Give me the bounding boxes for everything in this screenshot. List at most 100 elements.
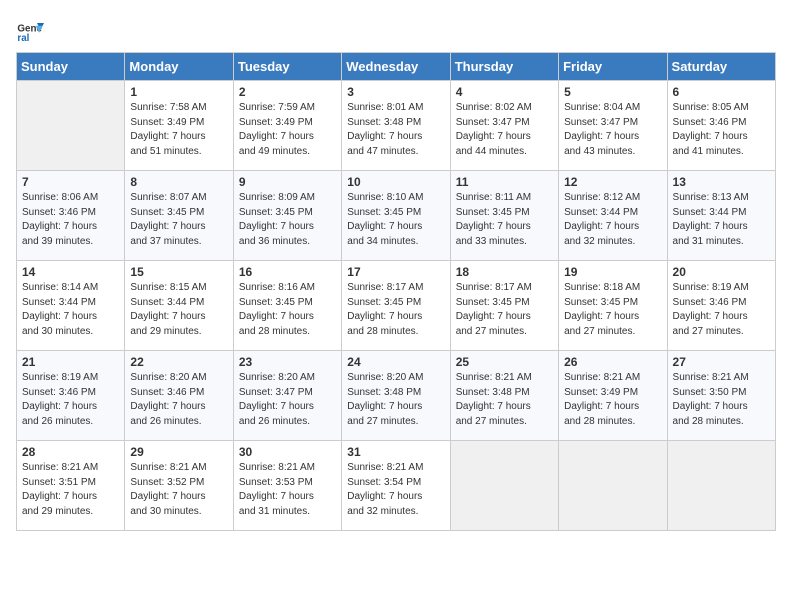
calendar-cell: 10Sunrise: 8:10 AM Sunset: 3:45 PM Dayli… — [342, 171, 450, 261]
day-info: Sunrise: 8:15 AM Sunset: 3:44 PM Dayligh… — [130, 281, 227, 339]
day-info: Sunrise: 8:21 AM Sunset: 3:49 PM Dayligh… — [564, 371, 661, 429]
logo: Gene ral — [16, 16, 48, 44]
day-info: Sunrise: 8:16 AM Sunset: 3:45 PM Dayligh… — [239, 281, 336, 339]
day-number: 8 — [130, 175, 227, 189]
header-sunday: Sunday — [17, 53, 125, 81]
day-info: Sunrise: 7:59 AM Sunset: 3:49 PM Dayligh… — [239, 101, 336, 159]
calendar-cell: 7 Sunrise: 8:06 AM Sunset: 3:46 PM Daylig… — [17, 171, 125, 261]
day-info: Sunrise: 8:13 AM Sunset: 3:44 PM Dayligh… — [673, 191, 770, 249]
day-info: Sunrise: 8:21 AM Sunset: 3:50 PM Dayligh… — [673, 371, 770, 429]
day-info: Sunrise: 7:58 AM Sunset: 3:49 PM Dayligh… — [130, 101, 227, 159]
calendar-cell: 23Sunrise: 8:20 AM Sunset: 3:47 PM Dayli… — [233, 351, 341, 441]
day-info: Sunrise: 8:09 AM Sunset: 3:45 PM Dayligh… — [239, 191, 336, 249]
logo-icon: Gene ral — [16, 16, 44, 44]
day-number: 25 — [456, 355, 553, 369]
day-number: 11 — [456, 175, 553, 189]
calendar-cell: 12 Sunrise: 8:12 AM Sunset: 3:44 PM Dayli… — [559, 171, 667, 261]
calendar-cell: 8 Sunrise: 8:07 AM Sunset: 3:45 PM Daylig… — [125, 171, 233, 261]
header-thursday: Thursday — [450, 53, 558, 81]
calendar-cell: 4 Sunrise: 8:02 AM Sunset: 3:47 PM Daylig… — [450, 81, 558, 171]
calendar-cell: 1 Sunrise: 7:58 AM Sunset: 3:49 PM Daylig… — [125, 81, 233, 171]
day-number: 30 — [239, 445, 336, 459]
day-info: Sunrise: 8:19 AM Sunset: 3:46 PM Dayligh… — [673, 281, 770, 339]
day-number: 21 — [22, 355, 119, 369]
calendar-cell: 31Sunrise: 8:21 AM Sunset: 3:54 PM Dayli… — [342, 441, 450, 531]
day-number: 13 — [673, 175, 770, 189]
calendar-cell: 21Sunrise: 8:19 AM Sunset: 3:46 PM Dayli… — [17, 351, 125, 441]
calendar-cell: 19 Sunrise: 8:18 AM Sunset: 3:45 PM Dayli… — [559, 261, 667, 351]
calendar-cell: 26 Sunrise: 8:21 AM Sunset: 3:49 PM Dayli… — [559, 351, 667, 441]
day-info: Sunrise: 8:01 AM Sunset: 3:48 PM Dayligh… — [347, 101, 444, 159]
day-info: Sunrise: 8:07 AM Sunset: 3:45 PM Dayligh… — [130, 191, 227, 249]
day-number: 17 — [347, 265, 444, 279]
calendar-cell: 20 Sunrise: 8:19 AM Sunset: 3:46 PM Dayli… — [667, 261, 775, 351]
day-number: 19 — [564, 265, 661, 279]
calendar-cell: 14 Sunrise: 8:14 AM Sunset: 3:44 PM Dayli… — [17, 261, 125, 351]
calendar-cell: 11 Sunrise: 8:11 AM Sunset: 3:45 PM Dayli… — [450, 171, 558, 261]
day-number: 12 — [564, 175, 661, 189]
day-info: Sunrise: 8:14 AM Sunset: 3:44 PM Dayligh… — [22, 281, 119, 339]
day-info: Sunrise: 8:06 AM Sunset: 3:46 PM Dayligh… — [22, 191, 119, 249]
header-monday: Monday — [125, 53, 233, 81]
header-row: SundayMondayTuesdayWednesdayThursdayFrid… — [17, 53, 776, 81]
calendar-cell — [450, 441, 558, 531]
day-number: 6 — [673, 85, 770, 99]
day-number: 20 — [673, 265, 770, 279]
calendar-cell: 3Sunrise: 8:01 AM Sunset: 3:48 PM Daylig… — [342, 81, 450, 171]
day-info: Sunrise: 8:02 AM Sunset: 3:47 PM Dayligh… — [456, 101, 553, 159]
day-number: 28 — [22, 445, 119, 459]
day-number: 26 — [564, 355, 661, 369]
day-number: 1 — [130, 85, 227, 99]
day-number: 18 — [456, 265, 553, 279]
week-row-2: 14 Sunrise: 8:14 AM Sunset: 3:44 PM Dayli… — [17, 261, 776, 351]
day-info: Sunrise: 8:12 AM Sunset: 3:44 PM Dayligh… — [564, 191, 661, 249]
day-number: 9 — [239, 175, 336, 189]
week-row-0: 1 Sunrise: 7:58 AM Sunset: 3:49 PM Daylig… — [17, 81, 776, 171]
day-info: Sunrise: 8:17 AM Sunset: 3:45 PM Dayligh… — [347, 281, 444, 339]
day-number: 7 — [22, 175, 119, 189]
header-friday: Friday — [559, 53, 667, 81]
calendar-cell — [559, 441, 667, 531]
day-info: Sunrise: 8:20 AM Sunset: 3:46 PM Dayligh… — [130, 371, 227, 429]
calendar-cell: 25Sunrise: 8:21 AM Sunset: 3:48 PM Dayli… — [450, 351, 558, 441]
svg-text:ral: ral — [17, 33, 29, 44]
day-number: 4 — [456, 85, 553, 99]
day-number: 29 — [130, 445, 227, 459]
calendar-cell: 28 Sunrise: 8:21 AM Sunset: 3:51 PM Dayli… — [17, 441, 125, 531]
day-number: 14 — [22, 265, 119, 279]
week-row-1: 7 Sunrise: 8:06 AM Sunset: 3:46 PM Daylig… — [17, 171, 776, 261]
calendar-cell: 15 Sunrise: 8:15 AM Sunset: 3:44 PM Dayli… — [125, 261, 233, 351]
calendar-cell: 27Sunrise: 8:21 AM Sunset: 3:50 PM Dayli… — [667, 351, 775, 441]
day-number: 24 — [347, 355, 444, 369]
day-info: Sunrise: 8:20 AM Sunset: 3:48 PM Dayligh… — [347, 371, 444, 429]
calendar-cell: 24 Sunrise: 8:20 AM Sunset: 3:48 PM Dayli… — [342, 351, 450, 441]
day-info: Sunrise: 8:18 AM Sunset: 3:45 PM Dayligh… — [564, 281, 661, 339]
calendar-cell: 13 Sunrise: 8:13 AM Sunset: 3:44 PM Dayli… — [667, 171, 775, 261]
calendar-cell: 29 Sunrise: 8:21 AM Sunset: 3:52 PM Dayli… — [125, 441, 233, 531]
day-info: Sunrise: 8:17 AM Sunset: 3:45 PM Dayligh… — [456, 281, 553, 339]
calendar-cell: 18 Sunrise: 8:17 AM Sunset: 3:45 PM Dayli… — [450, 261, 558, 351]
calendar-cell: 2Sunrise: 7:59 AM Sunset: 3:49 PM Daylig… — [233, 81, 341, 171]
day-number: 10 — [347, 175, 444, 189]
day-info: Sunrise: 8:11 AM Sunset: 3:45 PM Dayligh… — [456, 191, 553, 249]
calendar-cell: 22Sunrise: 8:20 AM Sunset: 3:46 PM Dayli… — [125, 351, 233, 441]
calendar-table: SundayMondayTuesdayWednesdayThursdayFrid… — [16, 52, 776, 531]
header-tuesday: Tuesday — [233, 53, 341, 81]
day-number: 16 — [239, 265, 336, 279]
header-wednesday: Wednesday — [342, 53, 450, 81]
day-info: Sunrise: 8:05 AM Sunset: 3:46 PM Dayligh… — [673, 101, 770, 159]
page-container: Gene ral SundayMondayTuesdayWednesdayThu… — [16, 16, 776, 531]
day-info: Sunrise: 8:21 AM Sunset: 3:51 PM Dayligh… — [22, 461, 119, 519]
day-number: 5 — [564, 85, 661, 99]
calendar-cell: 9 Sunrise: 8:09 AM Sunset: 3:45 PM Daylig… — [233, 171, 341, 261]
calendar-cell — [667, 441, 775, 531]
day-number: 15 — [130, 265, 227, 279]
calendar-cell: 6 Sunrise: 8:05 AM Sunset: 3:46 PM Daylig… — [667, 81, 775, 171]
calendar-cell: 5Sunrise: 8:04 AM Sunset: 3:47 PM Daylig… — [559, 81, 667, 171]
week-row-4: 28 Sunrise: 8:21 AM Sunset: 3:51 PM Dayli… — [17, 441, 776, 531]
calendar-cell — [17, 81, 125, 171]
header-saturday: Saturday — [667, 53, 775, 81]
day-info: Sunrise: 8:21 AM Sunset: 3:53 PM Dayligh… — [239, 461, 336, 519]
day-number: 31 — [347, 445, 444, 459]
day-info: Sunrise: 8:21 AM Sunset: 3:52 PM Dayligh… — [130, 461, 227, 519]
